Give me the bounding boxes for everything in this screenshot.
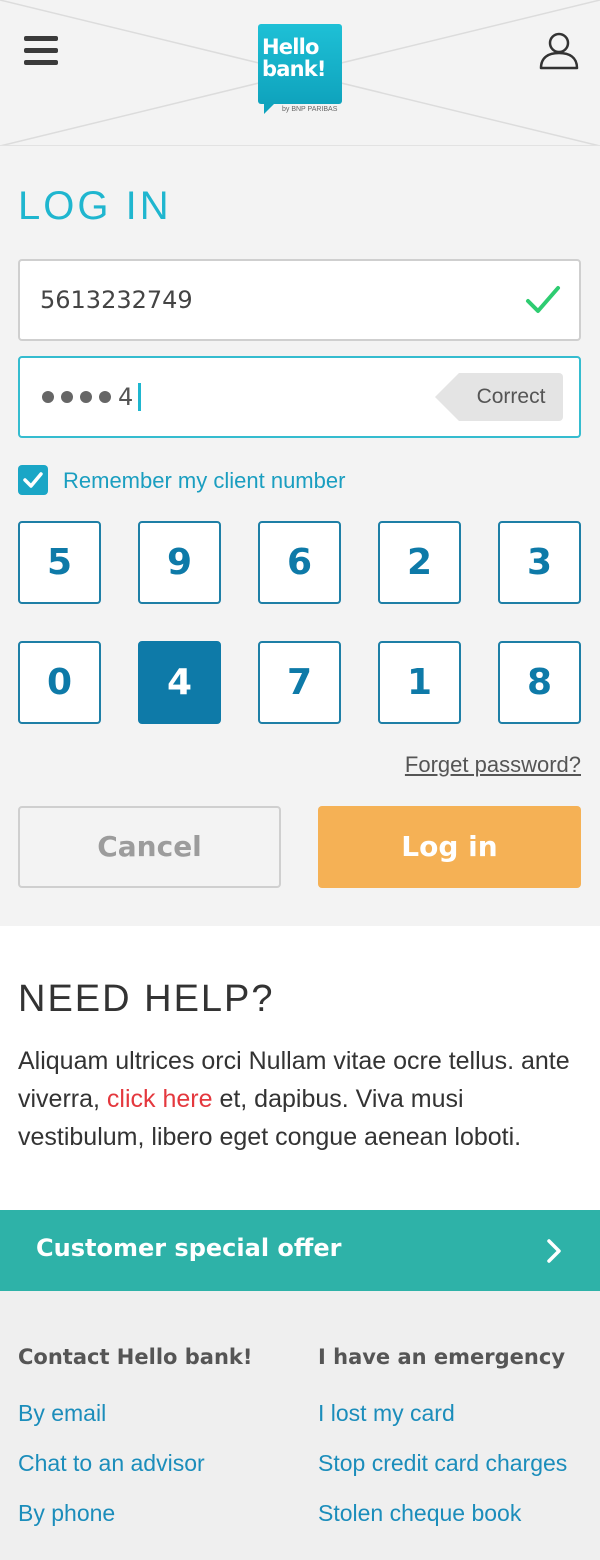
correct-button-label: Correct: [476, 385, 546, 408]
password-dot: [80, 391, 92, 403]
password-value[interactable]: 4: [42, 382, 142, 411]
footer-link-stop-charges[interactable]: Stop credit card charges: [318, 1450, 567, 1476]
logo-subtitle: by BNP PARIBAS: [282, 106, 338, 113]
text-caret: [138, 383, 142, 411]
keypad-key[interactable]: 5: [18, 521, 101, 604]
password-dot: [42, 391, 54, 403]
logo-line2: bank!: [262, 57, 327, 81]
password-last-char: 4: [118, 383, 136, 411]
logo-tail: [264, 102, 276, 114]
footer-link-stolen-cheque[interactable]: Stolen cheque book: [318, 1500, 567, 1526]
footer-contact-heading: Contact Hello bank!: [18, 1345, 253, 1369]
remember-label: Remember my client number: [63, 468, 346, 493]
logo-text: Hello bank!: [262, 36, 340, 80]
offer-label: Customer special offer: [36, 1234, 342, 1262]
forgot-password-link[interactable]: Forget password?: [405, 752, 581, 778]
user-icon[interactable]: [538, 30, 580, 72]
keypad-key[interactable]: 7: [258, 641, 341, 724]
footer-emergency-column: I have an emergency I lost my card Stop …: [318, 1345, 567, 1526]
help-section: NEED HELP? Aliquam ultrices orci Nullam …: [0, 926, 600, 1210]
help-title: NEED HELP?: [18, 978, 275, 1020]
footer: Contact Hello bank! By email Chat to an …: [0, 1291, 600, 1560]
header: Hello bank! by BNP PARIBAS: [0, 0, 600, 146]
checkbox-checked-icon[interactable]: [18, 465, 48, 495]
footer-link-email[interactable]: By email: [18, 1400, 252, 1426]
correct-button[interactable]: Correct: [435, 373, 563, 421]
keypad-key[interactable]: 0: [18, 641, 101, 724]
hello-bank-logo[interactable]: Hello bank! by BNP PARIBAS: [258, 24, 342, 114]
keypad-key[interactable]: 2: [378, 521, 461, 604]
cancel-button[interactable]: Cancel: [18, 806, 281, 888]
keypad-key[interactable]: 8: [498, 641, 581, 724]
keypad-key-active[interactable]: 4: [138, 641, 221, 724]
password-field[interactable]: 4 Correct: [18, 356, 581, 438]
logo-line1: Hello: [262, 35, 319, 59]
login-button[interactable]: Log in: [318, 806, 581, 888]
password-dot: [61, 391, 73, 403]
footer-link-lost-card[interactable]: I lost my card: [318, 1400, 567, 1426]
keypad-key[interactable]: 1: [378, 641, 461, 724]
footer-link-chat[interactable]: Chat to an advisor: [18, 1450, 252, 1476]
chevron-right-icon: [547, 1239, 561, 1263]
help-click-here-link[interactable]: click here: [107, 1085, 213, 1113]
footer-link-phone[interactable]: By phone: [18, 1500, 252, 1526]
checkmark-icon: [526, 286, 560, 313]
keypad-key[interactable]: 9: [138, 521, 221, 604]
keypad-key[interactable]: 6: [258, 521, 341, 604]
keypad-key[interactable]: 3: [498, 521, 581, 604]
customer-offer-banner[interactable]: Customer special offer: [0, 1210, 600, 1291]
hamburger-icon[interactable]: [22, 36, 60, 68]
client-number-field[interactable]: [18, 259, 581, 341]
footer-emergency-heading: I have an emergency: [318, 1345, 566, 1369]
footer-contact-column: Contact Hello bank! By email Chat to an …: [18, 1345, 253, 1526]
help-text: Aliquam ultrices orci Nullam vitae ocre …: [18, 1042, 588, 1156]
client-number-input[interactable]: [40, 279, 500, 321]
login-title: LOG IN: [18, 184, 172, 228]
password-dot: [99, 391, 111, 403]
